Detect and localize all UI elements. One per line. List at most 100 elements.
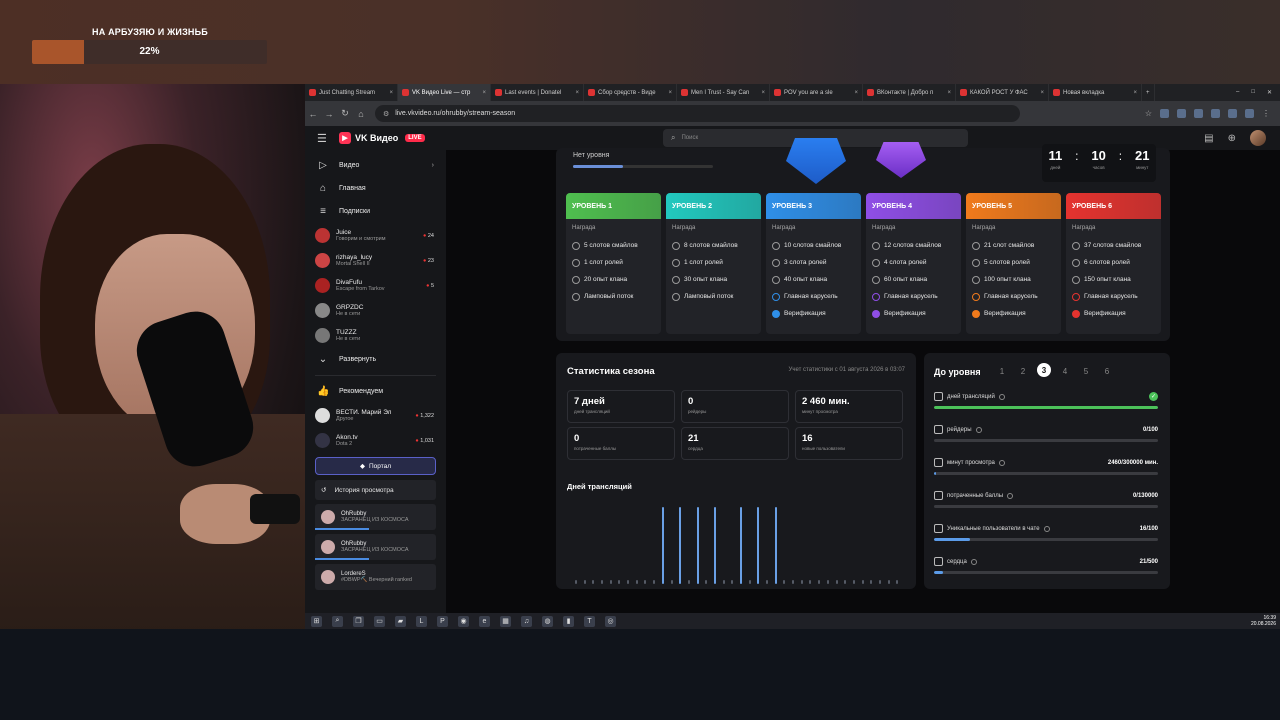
sidebar-channel[interactable]: GRPZDC Не в сети bbox=[305, 298, 446, 323]
level-card[interactable]: УРОВЕНЬ 6 Награда 37 слотов смайлов 6 слото… bbox=[1066, 193, 1161, 334]
sidebar-item-subscriptions[interactable]: ≡ Подписки bbox=[305, 200, 446, 223]
browser-tab[interactable]: ВКонтакте | Добро п × bbox=[863, 84, 956, 101]
browser-tab[interactable]: Last events | Donatel × bbox=[491, 84, 584, 101]
info-icon[interactable] bbox=[998, 459, 1005, 466]
viewer-count: 24 bbox=[423, 233, 434, 239]
site-info-icon[interactable]: ⚙ bbox=[383, 110, 389, 118]
vk-play-icon: ▶ bbox=[339, 132, 351, 144]
level-tab[interactable]: 5 bbox=[1079, 363, 1093, 379]
home-icon[interactable]: ⌂ bbox=[353, 109, 369, 119]
back-icon[interactable]: ← bbox=[305, 109, 321, 119]
stats-app-icon[interactable]: ▮ bbox=[563, 615, 574, 627]
tab-close-icon[interactable]: × bbox=[1037, 90, 1044, 96]
sidebar-item-video[interactable]: ▷ Видео › bbox=[305, 154, 446, 177]
browser-tab[interactable]: Men I Trust - Say Can × bbox=[677, 84, 770, 101]
info-icon[interactable] bbox=[975, 426, 982, 433]
info-icon[interactable] bbox=[1043, 525, 1050, 532]
sidebar-channel[interactable]: ВЕСТИ. Марий ЭлДругое 1,322 bbox=[305, 403, 446, 428]
hamburger-icon[interactable]: ☰ bbox=[317, 132, 329, 145]
sidebar-item-home[interactable]: ⌂ Главная bbox=[305, 177, 446, 200]
stat-card: 2 460 мин. минут просмотра bbox=[795, 390, 903, 423]
sidebar-channel[interactable]: DivaFufuEscape from Tarkov 5 bbox=[305, 273, 446, 298]
sidebar-channel[interactable]: Akon.tvDota 2 1,031 bbox=[305, 428, 446, 453]
level-tab[interactable]: 1 bbox=[995, 363, 1009, 379]
vk-video-logo[interactable]: ▶ VK Видео LIVE bbox=[339, 132, 425, 144]
steam-icon[interactable]: ◎ bbox=[605, 615, 616, 627]
close-window-icon[interactable]: ✕ bbox=[1267, 89, 1272, 96]
tab-close-icon[interactable]: × bbox=[386, 90, 393, 96]
sidebar-item-recommended[interactable]: 👍 Рекомендуем bbox=[305, 380, 446, 403]
new-tab-button[interactable]: + bbox=[1142, 84, 1155, 101]
minimize-icon[interactable]: – bbox=[1236, 89, 1239, 96]
extension-icon[interactable] bbox=[1211, 109, 1220, 118]
tab-close-icon[interactable]: × bbox=[944, 90, 951, 96]
history-button[interactable]: ↺ История просмотра bbox=[315, 480, 436, 500]
address-bar[interactable]: ⚙ live.vkvideo.ru/ohrubby/stream-season bbox=[375, 105, 1020, 122]
expand-button[interactable]: ⌄ Развернуть bbox=[305, 348, 446, 371]
sidebar-channel[interactable]: TUZZZ Не в сети bbox=[305, 323, 446, 348]
browser-tab[interactable]: КАКОЙ РОСТ У ФАС × bbox=[956, 84, 1049, 101]
info-icon[interactable] bbox=[998, 393, 1005, 400]
menu-dots-icon[interactable]: ⋮ bbox=[1262, 109, 1270, 118]
windows-start-icon[interactable]: ⊞ bbox=[311, 615, 322, 627]
browser-tab[interactable]: Новая вкладка × bbox=[1049, 84, 1142, 101]
tab-close-icon[interactable]: × bbox=[758, 90, 765, 96]
user-avatar[interactable] bbox=[1250, 130, 1266, 146]
spotify-icon[interactable]: ♫ bbox=[521, 615, 532, 627]
extension-icon[interactable] bbox=[1245, 109, 1254, 118]
extension-icon[interactable] bbox=[1194, 109, 1203, 118]
explorer-icon[interactable]: ▭ bbox=[374, 615, 385, 627]
sidebar-channel[interactable]: rizhaya_lucyMortal Shell II 23 bbox=[305, 248, 446, 273]
add-icon[interactable]: ⊕ bbox=[1228, 133, 1236, 144]
level-card[interactable]: УРОВЕНЬ 2 Награда 8 слотов смайлов 1 слот р… bbox=[666, 193, 761, 334]
app-grid-icon[interactable]: ▦ bbox=[500, 615, 511, 627]
portal-button[interactable]: ◆ Портал bbox=[315, 457, 436, 475]
lightroom-icon[interactable]: L bbox=[416, 615, 427, 627]
history-item[interactable]: LordereS #DBWP⛏️ Вечерний ranked bbox=[315, 564, 436, 590]
level-tab[interactable]: 3 bbox=[1037, 363, 1051, 377]
reward-label: Награда bbox=[672, 225, 696, 231]
level-card[interactable]: УРОВЕНЬ 4 Награда 12 слотов смайлов 4 слота… bbox=[866, 193, 961, 334]
bookmark-star-icon[interactable]: ☆ bbox=[1145, 109, 1152, 118]
extension-icon[interactable] bbox=[1160, 109, 1169, 118]
tab-close-icon[interactable]: × bbox=[851, 90, 858, 96]
level-card[interactable]: УРОВЕНЬ 3 Награда 10 слотов смайлов 3 слота… bbox=[766, 193, 861, 334]
extension-icon[interactable] bbox=[1228, 109, 1237, 118]
reload-icon[interactable]: ↻ bbox=[337, 108, 353, 119]
tab-close-icon[interactable]: × bbox=[572, 90, 579, 96]
level-tab[interactable]: 6 bbox=[1100, 363, 1114, 379]
extension-icon[interactable] bbox=[1177, 109, 1186, 118]
level-card[interactable]: УРОВЕНЬ 5 Награда 21 слот смайлов 5 слотов … bbox=[966, 193, 1061, 334]
discord-icon[interactable]: ◍ bbox=[542, 615, 553, 627]
browser-tab[interactable]: Just Chatting Stream × bbox=[305, 84, 398, 101]
history-item[interactable]: OhRubby ЗАСРАНЕЦ ИЗ КОСМОСА bbox=[315, 504, 436, 530]
maximize-icon[interactable]: □ bbox=[1251, 89, 1255, 96]
taskbar-clock[interactable]: 16:39 20.08.2026 bbox=[1251, 615, 1280, 627]
forward-icon[interactable]: → bbox=[321, 109, 337, 119]
photoshop-icon[interactable]: P bbox=[437, 615, 448, 627]
broadcast-day-bar bbox=[618, 580, 621, 584]
info-icon[interactable] bbox=[1007, 492, 1014, 499]
browser-tab[interactable]: POV you are a sle × bbox=[770, 84, 863, 101]
browser-tab[interactable]: VK Видео Live — стр × bbox=[398, 84, 491, 101]
edge-icon[interactable]: e bbox=[479, 615, 490, 627]
search-icon[interactable]: ⌕ bbox=[332, 615, 343, 627]
broadcast-day-bar bbox=[740, 507, 742, 584]
level-tab[interactable]: 2 bbox=[1016, 363, 1030, 379]
tab-close-icon[interactable]: × bbox=[665, 90, 672, 96]
twitch-tool-icon[interactable]: T bbox=[584, 615, 595, 627]
reward-label: Награда bbox=[572, 225, 596, 231]
info-icon[interactable] bbox=[970, 558, 977, 565]
level-tab[interactable]: 4 bbox=[1058, 363, 1072, 379]
task-view-icon[interactable]: ❐ bbox=[353, 615, 364, 627]
history-item[interactable]: OhRubby ЗАСРАНЕЦ ИЗ КОСМОСА bbox=[315, 534, 436, 560]
level-card[interactable]: УРОВЕНЬ 1 Награда 5 слотов смайлов 1 слот р… bbox=[566, 193, 661, 334]
chrome-icon[interactable]: ◉ bbox=[458, 615, 469, 627]
sidebar-channel[interactable]: JuiceГоворим и смотрим 24 bbox=[305, 223, 446, 248]
studio-icon[interactable]: ▤ bbox=[1204, 133, 1213, 144]
folder-icon[interactable]: ▰ bbox=[395, 615, 406, 627]
tab-close-icon[interactable]: × bbox=[1130, 90, 1137, 96]
browser-tab[interactable]: Сбор средств - Виде × bbox=[584, 84, 677, 101]
requirement-value: 2460/300000 мин. bbox=[1107, 459, 1158, 466]
tab-close-icon[interactable]: × bbox=[479, 90, 486, 96]
